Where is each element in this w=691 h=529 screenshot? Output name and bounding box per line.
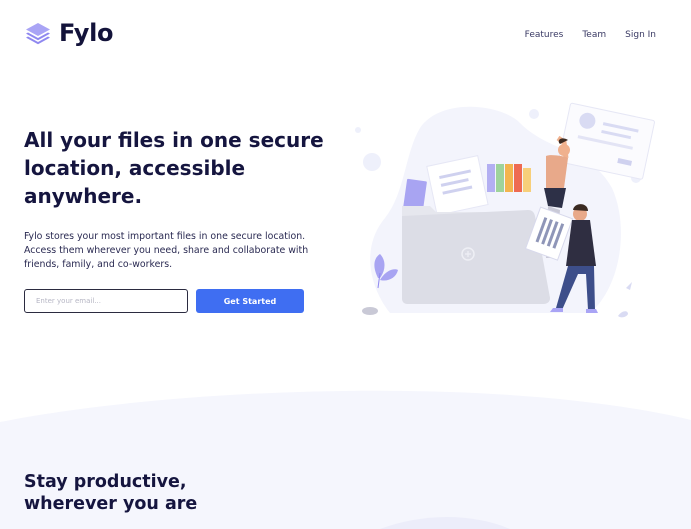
get-started-button[interactable]: Get Started	[196, 289, 304, 313]
top-nav: Features Team Sign In	[525, 29, 656, 41]
productive-section-title: Stay productive, wherever you are	[24, 472, 198, 514]
hero-title: All your files in one secure location, a…	[24, 128, 324, 208]
logo[interactable]: Fylo	[24, 19, 114, 47]
landing-page: Fylo Features Team Sign In All your file…	[0, 0, 691, 529]
hero-illustration	[355, 102, 655, 318]
nav-link-features[interactable]: Features	[525, 29, 564, 41]
logo-stack-icon	[26, 23, 50, 45]
nav-link-team[interactable]: Team	[582, 29, 606, 41]
nav-link-sign-in[interactable]: Sign In	[625, 29, 656, 41]
hero-description: Fylo stores your most important files in…	[24, 231, 309, 270]
email-input[interactable]	[24, 289, 188, 313]
logo-text: Fylo	[59, 19, 114, 47]
